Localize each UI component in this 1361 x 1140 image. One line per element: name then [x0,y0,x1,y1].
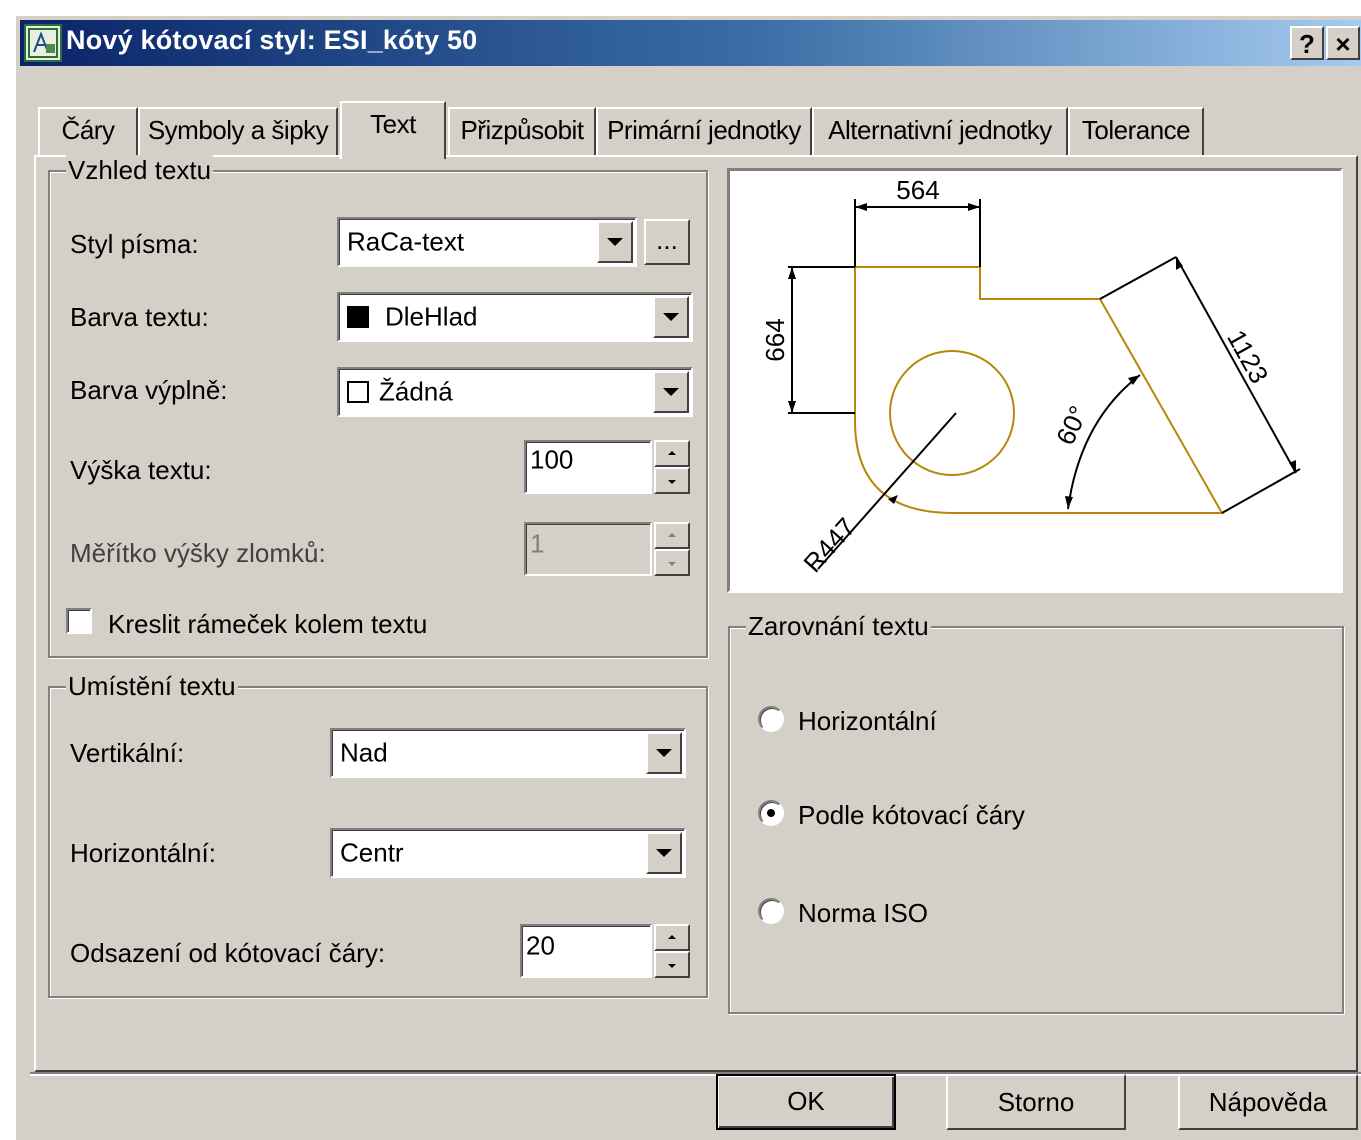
dim-left-label: 664 [760,318,790,361]
fill-color-value: Žádná [379,376,453,407]
spin-down-icon[interactable] [654,549,690,576]
spin-down-icon[interactable] [654,467,690,494]
radio-dot-icon [767,809,775,817]
window-title: Nový kótovací styl: ESI_kóty 50 [66,25,478,55]
horizontal-select[interactable]: Centr [330,828,686,878]
tab-fit[interactable]: Přizpůsobit [448,107,596,155]
tab-lines[interactable]: Čáry [38,107,138,155]
radio-iso-label: Norma ISO [798,898,929,928]
text-height-input[interactable]: 100 [524,440,652,494]
text-style-label: Styl písma: [70,229,199,259]
radio-horizontal[interactable] [758,706,784,732]
dim-radius-label: R447 [797,512,861,578]
empty-swatch-icon [347,381,369,403]
fill-color-select[interactable]: Žádná [337,367,693,417]
cancel-button[interactable]: Storno [946,1074,1126,1130]
offset-value: 20 [526,930,555,961]
radio-horizontal-label: Horizontální [798,706,937,736]
chevron-down-icon[interactable] [646,832,682,874]
spin-down-icon[interactable] [654,951,690,978]
draw-frame-checkbox[interactable] [66,608,92,634]
tab-alternate-units[interactable]: Alternativní jednotky [812,107,1068,155]
tab-tolerances[interactable]: Tolerance [1068,107,1204,155]
horizontal-label: Horizontální: [70,838,216,868]
horizontal-value: Centr [340,837,404,868]
draw-frame-label: Kreslit rámeček kolem textu [108,609,428,639]
text-placement-title: Umístění textu [66,671,238,702]
text-color-value: DleHlad [385,301,478,332]
dimension-preview: 564 664 1123 60° R447 [727,168,1343,593]
offset-input[interactable]: 20 [520,924,652,978]
offset-label: Odsazení od kótovací čáry: [70,938,386,968]
vertical-value: Nad [340,737,388,768]
text-height-spinner[interactable] [654,440,690,494]
text-appearance-group: Vzhled textu Styl písma: RaCa-text ... B… [48,155,708,658]
text-height-label: Výška textu: [70,455,212,485]
browse-text-style-button[interactable]: ... [644,219,690,265]
fill-color-label: Barva výplně: [70,375,228,405]
preview-drawing: 564 664 1123 60° R447 [760,175,1301,578]
title-bar[interactable]: Nový kótovací styl: ESI_kóty 50 ? × [20,20,1361,66]
vertical-select[interactable]: Nad [330,728,686,778]
tab-text[interactable]: Text [340,101,446,159]
fraction-scale-value: 1 [530,528,545,559]
preview-geometry [854,266,1224,514]
dim-slant-label: 1123 [1221,325,1274,388]
text-height-value: 100 [530,444,574,475]
fraction-scale-input[interactable]: 1 [524,522,652,576]
text-appearance-title: Vzhled textu [66,155,214,186]
color-swatch-icon [347,306,369,328]
preview-arrows [788,203,1296,509]
text-alignment-title: Zarovnání textu [746,611,931,642]
radio-aligned-with-dim-line[interactable] [758,800,784,826]
dim-top-label: 564 [896,175,939,205]
radio-aligned-label: Podle kótovací čáry [798,800,1025,830]
chevron-down-icon[interactable] [597,221,633,263]
close-button[interactable]: × [1326,26,1360,60]
text-style-value: RaCa-text [347,226,465,257]
dialog-window: Nový kótovací styl: ESI_kóty 50 ? × Čáry… [14,14,1361,1140]
help-button[interactable]: Nápověda [1178,1074,1358,1130]
tab-symbols-arrows[interactable]: Symboly a šipky [138,107,338,155]
fraction-scale-label: Měřítko výšky zlomků: [70,538,326,568]
help-title-button[interactable]: ? [1290,26,1324,60]
bottom-separator [30,1072,1361,1076]
text-style-select[interactable]: RaCa-text [337,217,637,267]
spin-up-icon[interactable] [654,440,690,467]
offset-spinner[interactable] [654,924,690,978]
spin-up-icon[interactable] [654,522,690,549]
spin-up-icon[interactable] [654,924,690,951]
vertical-label: Vertikální: [70,738,185,768]
text-placement-group: Umístění textu Vertikální: Nad Horizontá… [48,671,708,998]
radio-iso-standard[interactable] [758,898,784,924]
chevron-down-icon[interactable] [653,296,689,338]
fraction-scale-spinner[interactable] [654,522,690,576]
text-alignment-group: Zarovnání textu Horizontální Podle kótov… [728,611,1344,1014]
chevron-down-icon[interactable] [646,732,682,774]
chevron-down-icon[interactable] [653,371,689,413]
app-icon [24,24,62,62]
tab-primary-units[interactable]: Primární jednotky [596,107,812,155]
text-color-label: Barva textu: [70,302,209,332]
text-color-select[interactable]: DleHlad [337,292,693,342]
ok-button[interactable]: OK [716,1074,896,1130]
